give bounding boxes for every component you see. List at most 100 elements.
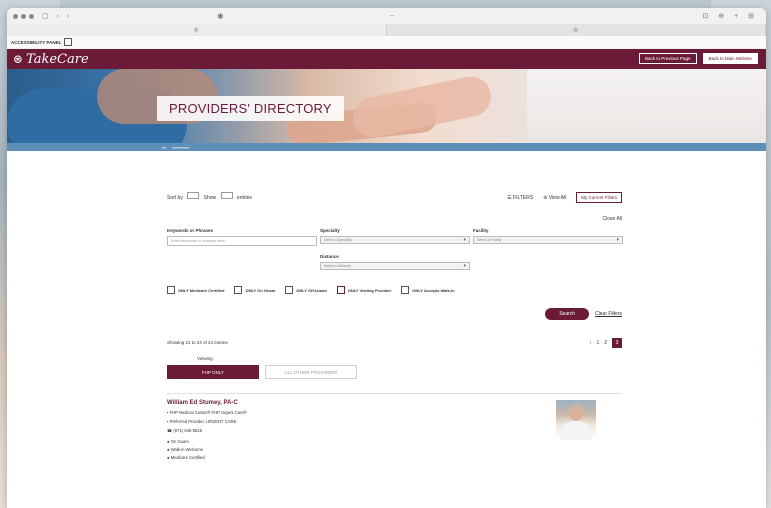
nav-arrows-icon[interactable]: ▢ ‹ › [42, 12, 72, 20]
checkbox-off-island[interactable]: ONLY Off-Island [285, 286, 327, 294]
provider-name[interactable]: William Ed Stumey, PA-C [167, 400, 622, 406]
directory-main: Sort by Show entries ☰ FILTERS ⊘ View Al… [167, 192, 623, 490]
distance-label: Distance [320, 254, 339, 259]
page-title: PROVIDERS' DIRECTORY [157, 96, 344, 121]
checkbox-label: ONLY Accepts Walk-In [412, 287, 455, 293]
my-current-filters-button[interactable]: My Current Filters [576, 192, 622, 203]
zoom-window-icon[interactable] [29, 13, 34, 19]
photo-body [561, 421, 591, 440]
close-window-icon[interactable] [13, 13, 18, 19]
entries-select[interactable] [220, 192, 233, 199]
distance-select[interactable]: Select a Distance [320, 262, 470, 270]
results-summary: Showing 21 to 24 of 24 entries ‹ 1 2 3 [167, 338, 622, 352]
entries-label: entries [236, 195, 252, 201]
logo[interactable]: ⊛ TakeCare [13, 52, 89, 67]
checkbox-box-icon[interactable] [285, 286, 294, 294]
sort-select[interactable] [187, 192, 200, 199]
checkbox-label: ONLY Off-Island [296, 287, 327, 293]
facility-label: Facility [473, 228, 489, 233]
checkbox-label: ONLY On Guam [245, 287, 276, 293]
provider-attr-text: On Guam [170, 439, 189, 444]
filters-label: FILTERS [513, 194, 534, 201]
tab-fhp-only[interactable]: FHP ONLY [167, 365, 259, 379]
checkbox-medicare[interactable]: ONLY Medicare Certified [167, 286, 224, 294]
view-all-label: View All [548, 194, 567, 201]
view-all-button[interactable]: ⊘ View All [543, 195, 566, 201]
browser-window: ▢ ‹ › ✱ — ⊡ ⊕ + ⊞ Ⓑ Ⓑ ACCESSIBILITY PANE… [7, 8, 766, 508]
provider-attr: ● Medicare Certified [167, 455, 205, 460]
provider-phone-text[interactable]: (671) 646-5825 [173, 428, 202, 433]
provider-facility-text: FHP Medical Center® FHP Urgent Care® [169, 410, 247, 415]
provider-phone: ☎ (671) 646-5825 [167, 428, 203, 433]
keywords-group: Keywords or Phrases Enter keywords or ph… [167, 228, 317, 270]
search-row: Search Clear Filters [167, 308, 622, 320]
share-tabs-icons[interactable]: ⊡ ⊕ + ⊞ [702, 12, 758, 20]
showing-text: Showing 21 to 24 of 24 entries [167, 340, 228, 345]
viewing-label: Viewing [197, 356, 213, 361]
window-controls[interactable] [13, 13, 34, 19]
sort-label: Sort by [167, 195, 183, 201]
breadcrumb: ▪▪▪ ▪▪▪▪▪▪▪▪▪▪▪▪ [7, 143, 766, 151]
accessibility-bar: ACCESSIBILITY PANEL [7, 36, 766, 49]
facility-select[interactable]: Select a Facility [473, 236, 623, 244]
logo-text: TakeCare [26, 51, 89, 67]
show-label: Show [203, 195, 217, 201]
page-3-current[interactable]: 3 [612, 338, 622, 348]
provider-card: William Ed Stumey, PA-C ▪ FHP Medical Ce… [167, 393, 622, 490]
tab-label: Ⓑ [193, 27, 199, 34]
tab-strip: Ⓑ Ⓑ [7, 24, 766, 36]
photo-head [569, 405, 583, 421]
breadcrumb-current: ▪▪▪▪▪▪▪▪▪▪▪▪ [172, 144, 190, 150]
browser-titlebar: ▢ ‹ › ✱ — ⊡ ⊕ + ⊞ [7, 8, 766, 24]
facility-group: Facility Select a Facility [473, 228, 623, 270]
checkbox-box-icon[interactable] [234, 286, 243, 294]
provider-photo [556, 400, 596, 440]
back-main-button[interactable]: Back to Main Website [702, 53, 758, 64]
provider-specialty: ▪ Preferred Provider, URGENT CARE [167, 419, 237, 424]
search-button[interactable]: Search [545, 308, 590, 320]
specialty-group: Specialty Select a Specialty Distance Se… [320, 228, 470, 270]
tab-active[interactable]: Ⓑ [7, 24, 387, 36]
provider-specialty-text: Preferred Provider, URGENT CARE [169, 419, 237, 424]
specialty-label: Specialty [320, 228, 340, 233]
keywords-input[interactable]: Enter keywords or phrases here [167, 236, 317, 246]
page-prev[interactable]: ‹ [590, 340, 592, 346]
provider-facility: ▪ FHP Medical Center® FHP Urgent Care® [167, 410, 247, 415]
keywords-label: Keywords or Phrases [167, 228, 214, 233]
clear-filters-link[interactable]: Clear Filters [595, 311, 622, 317]
provider-tabs: FHP ONLY ALL OTHER PROVIDERS [167, 365, 622, 379]
close-all-link[interactable]: Close All [167, 216, 622, 222]
shield-icon[interactable]: ✱ [217, 12, 224, 21]
breadcrumb-home[interactable]: ▪▪▪ [162, 145, 166, 150]
pagination: ‹ 1 2 3 [590, 338, 622, 348]
provider-attr: ● Walk-in Welcome [167, 447, 204, 452]
checkbox-box-icon[interactable] [167, 286, 175, 294]
tab-all-other-providers[interactable]: ALL OTHER PROVIDERS [265, 365, 357, 379]
specialty-select[interactable]: Select a Specialty [320, 236, 470, 244]
filter-form: Keywords or Phrases Enter keywords or ph… [167, 228, 623, 270]
provider-attr: ● On Guam [167, 439, 189, 444]
page-2[interactable]: 2 [604, 340, 607, 346]
checkbox-box-icon[interactable] [401, 286, 410, 294]
filters-button[interactable]: ☰ FILTERS [507, 195, 533, 201]
checkbox-box-icon[interactable] [336, 286, 345, 294]
site-header: ⊛ TakeCare Back to Previous Page Back to… [7, 49, 766, 69]
minimize-window-icon[interactable] [21, 13, 26, 19]
tab-label: Ⓑ [573, 27, 579, 34]
checkbox-label: ONLY Visiting Provider [347, 287, 392, 293]
provider-attr-text: Walk-in Welcome [170, 447, 204, 452]
back-previous-button[interactable]: Back to Previous Page [639, 53, 697, 64]
logo-mark-icon: ⊛ [13, 52, 24, 66]
address-bar[interactable]: — [307, 13, 477, 19]
checkbox-label: ONLY Medicare Certified [178, 287, 225, 293]
sort-row: Sort by Show entries ☰ FILTERS ⊘ View Al… [167, 192, 622, 204]
tab-inactive[interactable]: Ⓑ [387, 24, 766, 36]
filter-checkboxes: ONLY Medicare Certified ONLY On Guam ONL… [167, 286, 622, 294]
checkbox-on-guam[interactable]: ONLY On Guam [234, 286, 275, 294]
checkbox-visiting[interactable]: ONLY Visiting Provider [336, 286, 392, 294]
hero-banner: PROVIDERS' DIRECTORY ▪▪▪ ▪▪▪▪▪▪▪▪▪▪▪▪ [7, 69, 766, 151]
accessibility-toggle-icon[interactable] [64, 38, 73, 46]
accessibility-label[interactable]: ACCESSIBILITY PANEL [11, 40, 61, 45]
checkbox-walk-in[interactable]: ONLY Accepts Walk-In [401, 286, 455, 294]
page-1[interactable]: 1 [596, 340, 599, 346]
